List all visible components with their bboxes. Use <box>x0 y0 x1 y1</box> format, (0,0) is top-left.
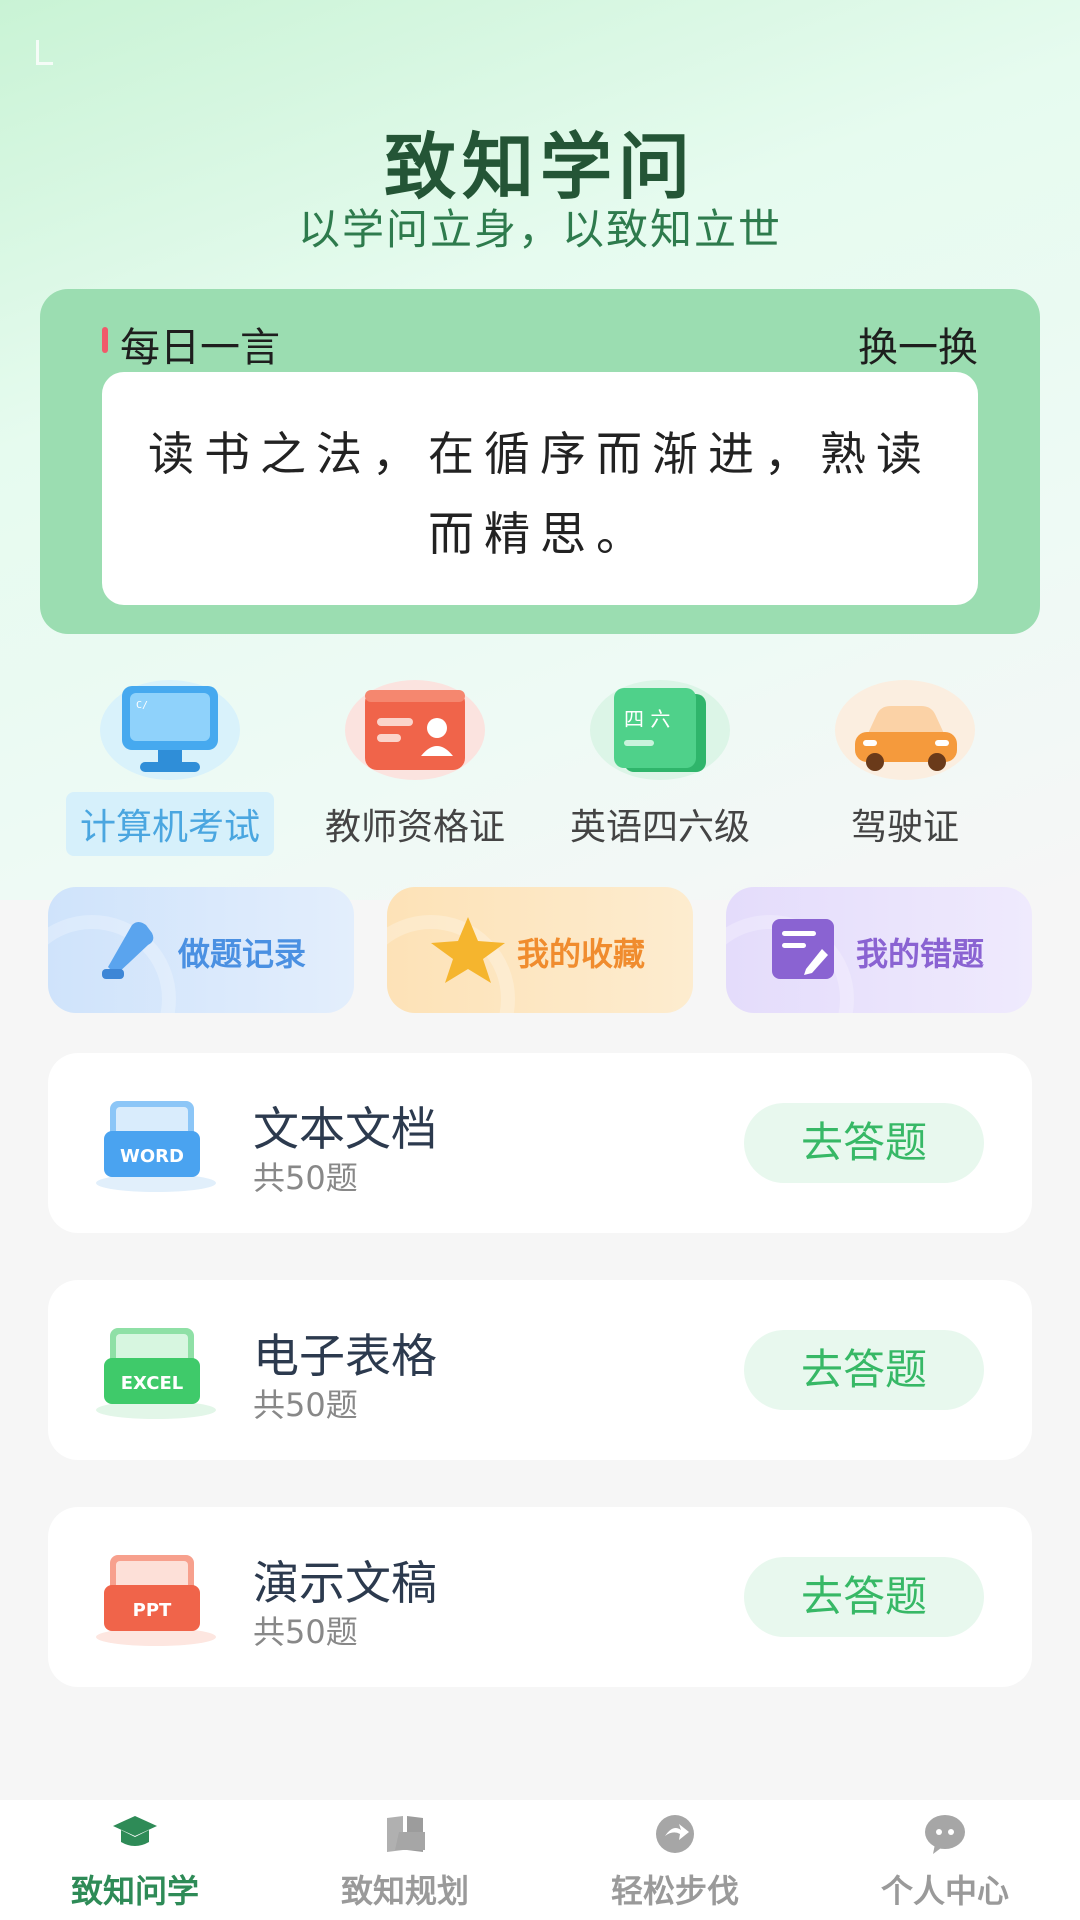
course-count: 共50题 <box>253 1159 358 1197</box>
tab-label: 致知规划 <box>340 1872 469 1910</box>
svg-text:EXCEL: EXCEL <box>121 1373 184 1394</box>
daily-quote-card: 每日一言 换一换 读书之法，在循序而渐进，熟读而精思。 <box>40 289 1040 634</box>
exam-categories: C/ 计算机考试 教师资格证 四 六 英语四六级 驾驶证 <box>0 680 1080 856</box>
my-favorites-button[interactable]: 我的收藏 <box>387 887 693 1013</box>
quote-accent-bar <box>102 327 108 353</box>
my-mistakes-button[interactable]: 我的错题 <box>726 887 1032 1013</box>
quick-action-label: 做题记录 <box>178 935 307 973</box>
tab-profile[interactable]: 个人中心 <box>810 1800 1080 1920</box>
svg-text:PPT: PPT <box>133 1600 172 1621</box>
book-open-icon <box>387 1816 425 1852</box>
status-bar-mark <box>36 40 53 65</box>
course-card-ppt: PPT 演示文稿 共50题 去答题 <box>48 1507 1032 1687</box>
bottom-tab-bar: 致知问学 致知规划 轻松步伐 个人中心 <box>0 1800 1080 1920</box>
book-icon: 四 六 <box>614 688 706 772</box>
quick-action-label: 我的收藏 <box>517 935 646 973</box>
course-card-word: WORD 文本文档 共50题 去答题 <box>48 1053 1032 1233</box>
ppt-doc-icon: PPT <box>96 1555 216 1646</box>
tab-label: 轻松步伐 <box>610 1872 739 1910</box>
car-icon <box>855 706 957 771</box>
pen-icon <box>102 922 154 979</box>
tab-label: 个人中心 <box>880 1872 1009 1910</box>
course-title: 演示文稿 <box>253 1556 437 1610</box>
note-edit-icon <box>772 919 834 979</box>
chat-face-icon <box>925 1815 965 1854</box>
daily-quote-label: 每日一言 <box>120 325 280 371</box>
svg-text:WORD: WORD <box>120 1146 184 1167</box>
quick-action-label: 我的错题 <box>856 935 985 973</box>
course-card-excel: EXCEL 电子表格 共50题 去答题 <box>48 1280 1032 1460</box>
start-quiz-button[interactable]: 去答题 <box>744 1557 984 1637</box>
practice-record-button[interactable]: 做题记录 <box>48 887 354 1013</box>
start-quiz-button[interactable]: 去答题 <box>744 1330 984 1410</box>
tab-label: 致知问学 <box>70 1872 199 1910</box>
course-count: 共50题 <box>253 1386 358 1424</box>
category-label: 驾驶证 <box>850 807 960 848</box>
app-slogan: 以学问立身，以致知立世 <box>297 205 782 254</box>
category-label: 英语四六级 <box>569 807 751 848</box>
star-icon <box>431 917 505 983</box>
quote-text: 读书之法，在循序而渐进，熟读而精思。 <box>148 427 932 561</box>
course-title: 文本文档 <box>253 1102 437 1156</box>
arrow-circle-icon <box>656 1815 694 1853</box>
category-label: 教师资格证 <box>324 807 506 848</box>
category-label: 计算机考试 <box>65 792 275 856</box>
graduation-cap-icon <box>113 1816 157 1846</box>
svg-text:四 六: 四 六 <box>624 707 670 731</box>
course-count: 共50题 <box>253 1613 358 1651</box>
tab-study[interactable]: 致知问学 <box>0 1800 270 1920</box>
start-quiz-button[interactable]: 去答题 <box>744 1103 984 1183</box>
tab-easy-steps[interactable]: 轻松步伐 <box>540 1800 810 1920</box>
monitor-icon: C/ <box>122 686 218 772</box>
tab-planning[interactable]: 致知规划 <box>270 1800 540 1920</box>
svg-text:C/: C/ <box>136 700 148 711</box>
quote-box: 读书之法，在循序而渐进，熟读而精思。 <box>102 372 978 605</box>
word-doc-icon: WORD <box>96 1101 216 1192</box>
excel-doc-icon: EXCEL <box>96 1328 216 1419</box>
course-title: 电子表格 <box>253 1329 437 1383</box>
id-card-icon <box>365 690 465 770</box>
refresh-quote-button[interactable]: 换一换 <box>858 315 978 373</box>
